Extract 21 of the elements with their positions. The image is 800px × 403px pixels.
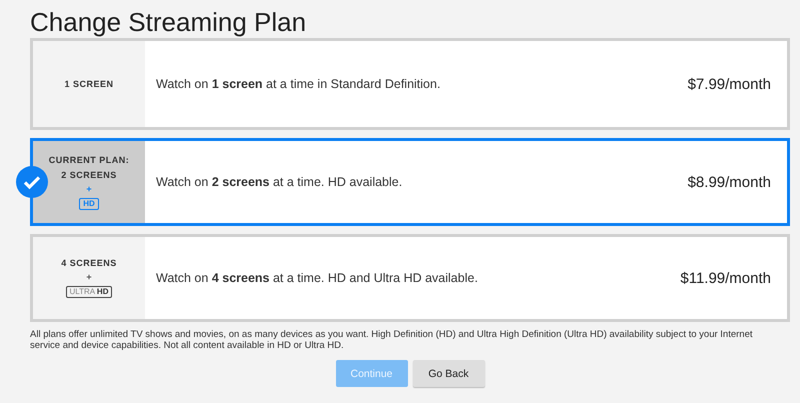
plan-price: $11.99/month: [680, 270, 771, 286]
plan-card[interactable]: 1 SCREEN Watch on 1 screen at a time in Standard Definition. $7.99/month: [30, 38, 790, 130]
current-plan-label: CURRENT PLAN:: [48, 154, 130, 164]
screens-label: 2 SCREENS: [61, 170, 117, 180]
plan-card[interactable]: 4 SCREENS + ULTRA HD Watch on 4 screens at a time. HD and Ultra HD available. $11.99/month: [30, 234, 790, 322]
plan-description: Watch on 4 screens at a time. HD and Ultra HD available.: [156, 271, 478, 285]
plan-description: Watch on 2 screens at a time. HD available.: [156, 175, 402, 189]
quality-badge: HD: [79, 198, 99, 210]
page-title: Change Streaming Plan: [30, 6, 308, 38]
plus-sign: +: [86, 273, 92, 281]
plan-price: $8.99/month: [688, 174, 771, 190]
back-button[interactable]: Go Back: [412, 360, 484, 387]
footnote: All plans offer unlimited TV shows and movies, on as many devices as you want. High Definition (HD) and Ultra High Definition (Ultra HD) availability subject to your Internet service and device capabilities. Not all content available in HD or Ultra HD.: [30, 329, 754, 351]
screens-label: 4 SCREENS: [61, 258, 117, 268]
quality-badge: ULTRA HD: [66, 286, 112, 298]
plan-price: $7.99/month: [688, 76, 771, 92]
plan-card[interactable]: CURRENT PLAN: 2 SCREENS + HD Watch on 2 screens at a time. HD available. $8.99/month: [30, 138, 790, 226]
checkmark-icon: [16, 166, 48, 198]
screens-label: 1 SCREEN: [64, 79, 114, 89]
plan-description: Watch on 1 screen at a time in Standard Definition.: [156, 77, 440, 91]
plus-sign: +: [86, 184, 92, 192]
